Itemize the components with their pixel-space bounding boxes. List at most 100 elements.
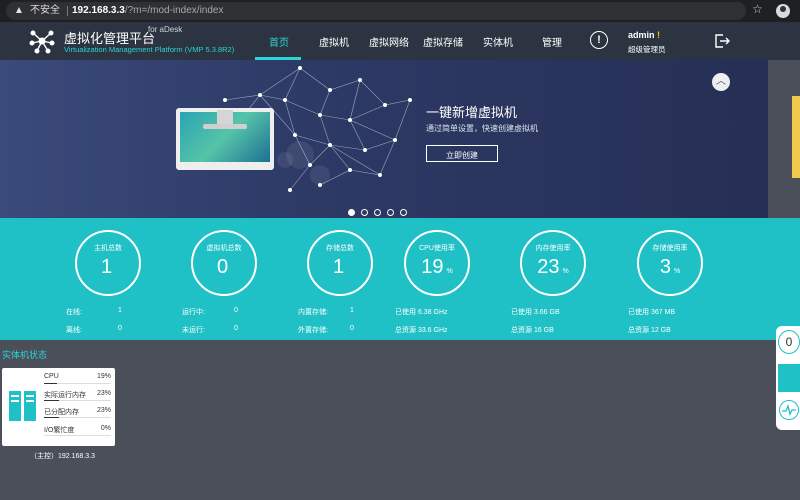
- monitor-base: [203, 124, 247, 129]
- stat-value: 3%: [639, 256, 701, 279]
- stat-value-number: 3: [659, 256, 671, 278]
- carousel-dot[interactable]: [400, 209, 407, 216]
- metric-bar-fill: [44, 417, 60, 418]
- user-role: 超级管理员: [628, 45, 666, 54]
- stat-row-value: 1: [118, 307, 122, 314]
- stat-label: 存储使用率: [652, 245, 688, 252]
- url-path: /?m=/mod-index/index: [124, 5, 224, 16]
- stat-storage-usage: 存储使用率 3% 已使用 367 MB 总资源 12 GB: [614, 218, 724, 340]
- nav-virtual-storage[interactable]: 虚拟存储: [423, 34, 463, 49]
- metric-bar-fill: [44, 383, 57, 384]
- stat-circle: 主机总数 1: [75, 230, 141, 296]
- stat-row-text: 总资源 33.6 GHz: [395, 327, 448, 334]
- stat-label: 内存使用率: [535, 245, 571, 252]
- stat-vm-total: 虚拟机总数 0 运行中: 0 未运行: 0: [168, 218, 278, 340]
- app-header: 虚拟化管理平台 for aDesk Virtualization Managem…: [0, 22, 800, 60]
- metric-name: 已分配内存: [44, 409, 79, 416]
- stat-value: 23%: [522, 256, 584, 279]
- metric-bar-fill: [44, 400, 60, 401]
- stat-row-value: 0: [234, 325, 238, 332]
- carousel-dots: [348, 203, 413, 218]
- metric-value: 0%: [100, 425, 111, 432]
- alert-icon[interactable]: !: [590, 31, 608, 49]
- nav-home[interactable]: 首页: [269, 34, 289, 49]
- carousel-dot[interactable]: [374, 209, 381, 216]
- stat-cpu-usage: CPU使用率 19% 已使用 6.38 GHz 总资源 33.6 GHz: [381, 218, 491, 340]
- metric-name: I/O繁忙度: [44, 427, 75, 434]
- metric-bar: [44, 400, 111, 401]
- stat-value-number: 23: [537, 256, 560, 278]
- url-host: 192.168.3.3: [72, 5, 125, 16]
- security-label: 不安全: [30, 5, 60, 16]
- carousel-dot[interactable]: [361, 209, 368, 216]
- resource-stats: 主机总数 1 在线: 1 离线: 0 虚拟机总数 0 运行中: 0 未运行: 0 存储总…: [0, 218, 800, 340]
- stat-row-key: 在线:: [66, 309, 82, 316]
- physical-host-card[interactable]: CPU 19% 实际运行内存 23% 已分配内存 23% I/O繁忙度 0%: [2, 368, 115, 446]
- nav-virtual-network[interactable]: 虚拟网络: [369, 34, 409, 49]
- server-icon: [9, 391, 36, 421]
- stat-value: 1: [309, 256, 371, 279]
- stat-value: 19%: [406, 256, 468, 279]
- stat-host-total: 主机总数 1 在线: 1 离线: 0: [52, 218, 162, 340]
- stat-unit: %: [673, 268, 681, 275]
- bookmark-star-icon[interactable]: ☆: [752, 2, 763, 16]
- brand-subtitle: Virtualization Management Platform (VMP …: [64, 45, 235, 54]
- stat-row-text: 已使用 6.38 GHz: [395, 309, 448, 316]
- collapse-banner-icon[interactable]: ︿: [712, 73, 730, 91]
- banner-description: 通过简单设置，快速创建虚拟机: [426, 124, 538, 133]
- carousel-dot[interactable]: [387, 209, 394, 216]
- metric-value: 23%: [96, 390, 111, 397]
- stat-row-text: 已使用 367 MB: [628, 309, 676, 316]
- user-name-text: admin: [628, 30, 655, 40]
- stat-circle: 存储使用率 3%: [637, 230, 703, 296]
- metric-bar: [44, 435, 111, 436]
- nav-vms[interactable]: 虚拟机: [319, 34, 349, 49]
- create-vm-button[interactable]: 立即创建: [426, 145, 498, 162]
- stat-value: 0: [193, 256, 255, 279]
- stat-row-text: 总资源 12 GB: [628, 327, 671, 334]
- stat-row-value: 0: [118, 325, 122, 332]
- stat-value-number: 1: [100, 256, 113, 278]
- stat-value: 1: [77, 256, 139, 279]
- stat-row-key: 运行中:: [182, 309, 205, 316]
- stat-unit: %: [446, 268, 453, 275]
- stat-label: CPU使用率: [419, 245, 455, 252]
- monitor-pulse-icon[interactable]: [779, 400, 799, 420]
- stat-storage-total: 存储总数 1 内置存储: 1 外置存储: 0: [284, 218, 394, 340]
- stat-circle: 内存使用率 23%: [520, 230, 586, 296]
- stat-label: 虚拟机总数: [206, 245, 242, 252]
- metric-cpu: CPU 19%: [44, 373, 111, 387]
- physical-section-title: 实体机状态: [2, 350, 48, 360]
- user-name[interactable]: admin !: [628, 30, 660, 40]
- stat-unit: %: [562, 268, 569, 275]
- notification-count-badge[interactable]: 0: [778, 330, 800, 354]
- nav-physical-machines[interactable]: 实体机: [483, 34, 513, 49]
- stat-row-value: 0: [234, 307, 238, 314]
- metric-value: 19%: [96, 373, 111, 380]
- url-separator: [67, 6, 68, 16]
- metric-allocated-memory: 已分配内存 23%: [44, 407, 111, 421]
- assistant-icon[interactable]: [778, 364, 800, 392]
- stat-row-key: 内置存储:: [298, 309, 328, 316]
- logout-icon[interactable]: [714, 33, 730, 49]
- stat-memory-usage: 内存使用率 23% 已使用 3.66 GB 总资源 16 GB: [497, 218, 607, 340]
- user-warning-flag: !: [657, 30, 661, 40]
- carousel-dot[interactable]: [348, 209, 355, 216]
- stat-label: 存储总数: [326, 245, 354, 252]
- address-bar[interactable]: ▲ 不安全 192.168.3.3/?m=/mod-index/index: [6, 2, 746, 20]
- browser-toolbar: ▲ 不安全 192.168.3.3/?m=/mod-index/index ☆: [0, 0, 800, 22]
- side-yellow-tab[interactable]: [792, 96, 800, 178]
- warning-icon: ▲: [14, 5, 24, 16]
- hero-carousel: 一键新增虚拟机 通过简单设置，快速创建虚拟机 立即创建 ︿: [0, 60, 768, 218]
- stat-row-key: 离线:: [66, 327, 82, 334]
- url-text[interactable]: 192.168.3.3/?m=/mod-index/index: [72, 2, 224, 20]
- stat-value-number: 1: [332, 256, 345, 278]
- nav-management[interactable]: 管理: [542, 34, 562, 49]
- metric-name: CPU: [44, 373, 59, 380]
- stat-label: 主机总数: [94, 245, 122, 252]
- stat-circle: 存储总数 1: [307, 230, 373, 296]
- stat-row-key: 外置存储:: [298, 327, 328, 334]
- stat-row-value: 1: [350, 307, 354, 314]
- account-icon[interactable]: [776, 4, 790, 18]
- stat-value-number: 0: [216, 256, 229, 278]
